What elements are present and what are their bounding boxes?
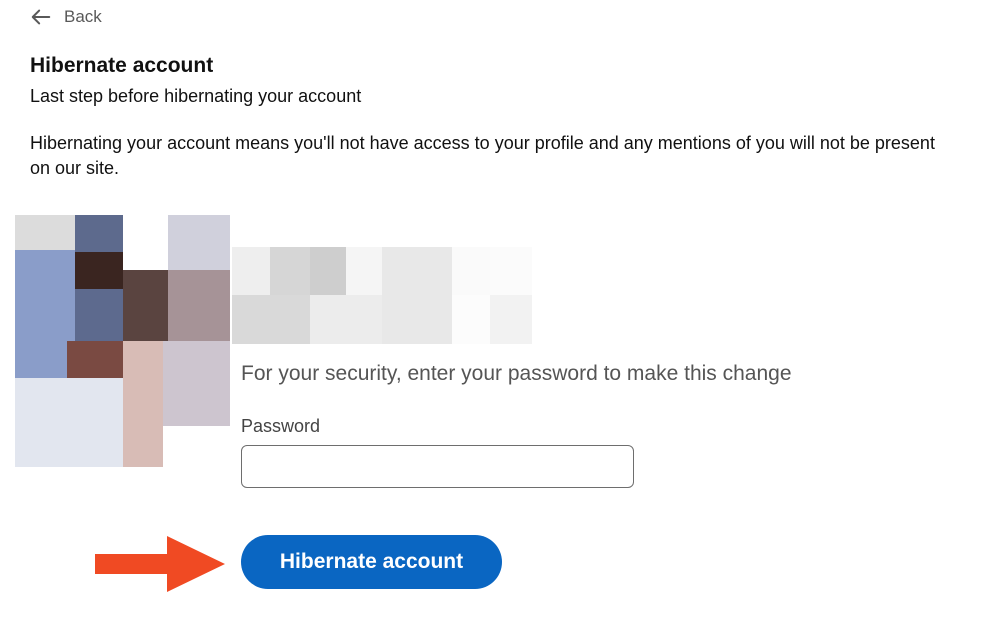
password-input[interactable] xyxy=(241,445,634,488)
password-label: Password xyxy=(241,416,321,436)
blurred-profile-name xyxy=(232,247,532,344)
security-prompt: For your security, enter your password t… xyxy=(241,362,792,385)
arrow-left-icon xyxy=(31,9,51,25)
back-link[interactable]: Back xyxy=(30,6,102,28)
avatar xyxy=(15,215,230,467)
hibernate-description: Hibernating your account means you'll no… xyxy=(30,133,935,178)
back-label: Back xyxy=(64,7,102,26)
page-title: Hibernate account xyxy=(30,54,214,77)
page-subtitle: Last step before hibernating your accoun… xyxy=(30,86,362,106)
hibernate-account-button[interactable]: Hibernate account xyxy=(241,535,502,589)
annotation-arrow-icon xyxy=(95,536,225,592)
hibernate-page: Back Hibernate account Last step before … xyxy=(0,0,1000,638)
